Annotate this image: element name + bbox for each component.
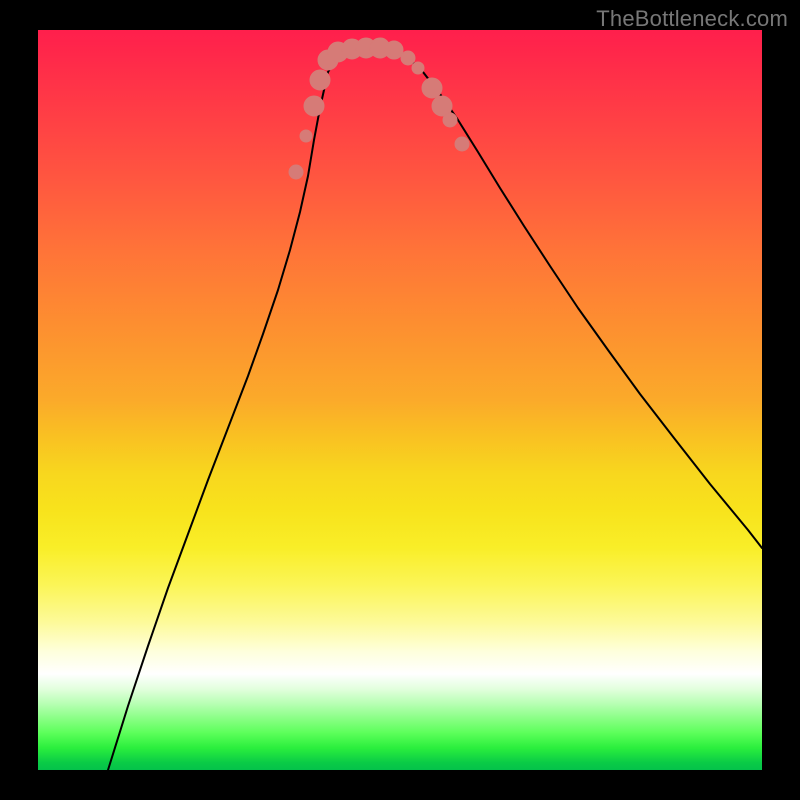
plot-area: [38, 30, 762, 770]
curve-marker: [304, 96, 324, 116]
curve-marker: [300, 130, 312, 142]
chart-frame: TheBottleneck.com: [0, 0, 800, 800]
curve-marker: [443, 113, 457, 127]
curve-markers: [289, 38, 469, 179]
curve-marker: [422, 78, 442, 98]
curve-marker: [455, 137, 469, 151]
watermark-text: TheBottleneck.com: [596, 6, 788, 32]
curve-marker: [289, 165, 303, 179]
curve-marker: [401, 51, 415, 65]
curve-marker: [412, 62, 424, 74]
chart-svg: [38, 30, 762, 770]
curve-marker: [310, 70, 330, 90]
curve-marker: [385, 41, 403, 59]
bottleneck-curve: [108, 48, 762, 770]
